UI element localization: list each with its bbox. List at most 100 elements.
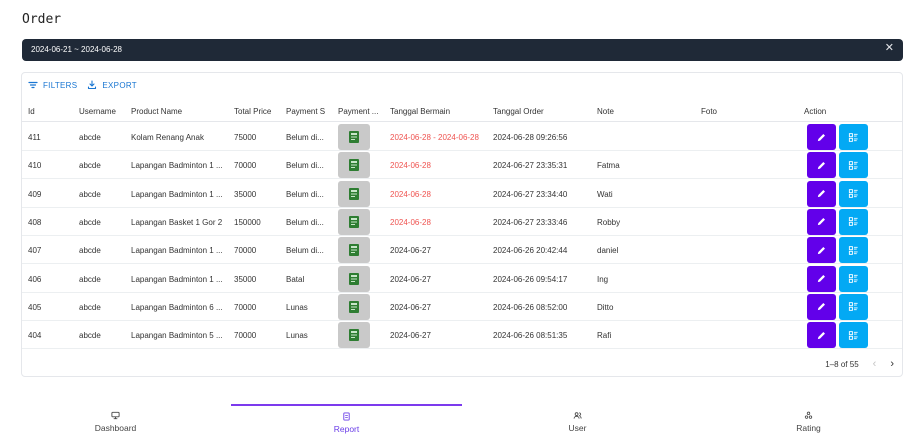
edit-order-button[interactable] (807, 265, 836, 292)
cell-product-name: Lapangan Basket 1 Gor 2 (131, 217, 223, 227)
date-range-text: 2024-06-21 ~ 2024-06-28 (31, 45, 122, 54)
edit-order-button[interactable] (807, 237, 836, 264)
payment-proof-thumbnail[interactable] (338, 208, 370, 235)
payment-proof-thumbnail[interactable] (338, 322, 370, 349)
cell-username: abcde (79, 302, 101, 312)
payment-proof-thumbnail[interactable] (338, 265, 370, 292)
payment-proof-thumbnail[interactable] (338, 152, 370, 179)
receipt-icon (349, 187, 359, 200)
edit-order-button[interactable] (807, 124, 836, 150)
grid-header-row: Id Username Product Name Total Price Pay… (22, 99, 902, 122)
payment-proof-thumbnail[interactable] (338, 237, 370, 264)
view-order-details-button[interactable] (839, 180, 868, 207)
edit-order-button[interactable] (807, 152, 836, 179)
nav-item-rating[interactable]: Rating (693, 404, 921, 440)
next-page-icon[interactable]: › (890, 358, 894, 370)
filters-label: FILTERS (43, 80, 78, 90)
edit-order-button[interactable] (807, 180, 836, 207)
cell-product-name: Kolam Renang Anak (131, 133, 204, 142)
cell-total-price: 70000 (234, 302, 257, 312)
cell-tanggal-bermain: 2024-06-27 (390, 246, 431, 256)
receipt-icon (349, 131, 359, 143)
filters-button[interactable]: FILTERS (28, 79, 77, 91)
cell-id: 411 (28, 133, 41, 142)
column-header-id[interactable]: Id (28, 107, 68, 116)
nav-item-user[interactable]: User (462, 404, 693, 440)
cell-payment-status: Belum di... (286, 189, 324, 199)
cell-note: Ditto (597, 302, 614, 312)
table-row[interactable]: 406 abcde Lapangan Badminton 1 ... 35000 Bat… (22, 265, 902, 293)
table-row[interactable]: 408 abcde Lapangan Basket 1 Gor 2 150000 Bel… (22, 208, 902, 236)
column-header-username[interactable]: Username (79, 107, 125, 116)
nav-item-report[interactable]: Report (231, 404, 462, 440)
export-button[interactable]: EXPORT (87, 79, 137, 91)
bottom-navigation: Dashboard Report User Rating (0, 404, 921, 440)
nav-label-user: User (568, 423, 587, 433)
cell-note: Wati (597, 189, 613, 199)
grid-toolbar: FILTERS EXPORT (28, 79, 137, 91)
cell-username: abcde (79, 274, 101, 284)
column-header-tanggal-bermain[interactable]: Tanggal Bermain (390, 107, 485, 116)
cell-tanggal-bermain: 2024-06-27 (390, 274, 431, 284)
cell-tanggal-order: 2024-06-26 09:54:17 (493, 274, 568, 284)
cell-total-price: 35000 (234, 274, 257, 284)
cell-tanggal-bermain: 2024-06-27 (390, 302, 431, 312)
cell-total-price: 70000 (234, 161, 257, 171)
table-row[interactable]: 409 abcde Lapangan Badminton 1 ... 35000 Bel… (22, 180, 902, 208)
column-header-payment-status[interactable]: Payment S (286, 107, 331, 116)
details-list-icon (848, 302, 858, 312)
receipt-icon (349, 272, 359, 285)
table-row[interactable]: 411 abcde Kolam Renang Anak 75000 Belum di..… (22, 123, 902, 151)
cell-tanggal-bermain: 2024-06-27 (390, 331, 431, 341)
edit-order-button[interactable] (807, 322, 836, 349)
table-row[interactable]: 404 abcde Lapangan Badminton 5 ... 70000 Lun… (22, 321, 902, 350)
cell-tanggal-bermain: 2024-06-28 (390, 189, 431, 199)
users-icon (573, 412, 582, 419)
pencil-icon (817, 246, 825, 254)
column-header-tanggal-order[interactable]: Tanggal Order (493, 107, 588, 116)
clear-date-filter-icon[interactable]: ✕ (885, 43, 894, 54)
table-row[interactable]: 407 abcde Lapangan Badminton 1 ... 70000 Bel… (22, 236, 902, 265)
nav-label-dashboard: Dashboard (94, 423, 137, 433)
cell-tanggal-bermain: 2024-06-28 (390, 161, 431, 171)
payment-proof-thumbnail[interactable] (338, 124, 370, 150)
cell-note: Fatma (597, 161, 620, 171)
orders-data-grid: FILTERS EXPORT Id Username Product Name … (21, 72, 903, 377)
edit-order-button[interactable] (807, 208, 836, 235)
date-range-filter-bar[interactable]: 2024-06-21 ~ 2024-06-28 ✕ (22, 39, 903, 61)
previous-page-icon[interactable]: ‹ (873, 358, 877, 370)
column-header-product-name[interactable]: Product Name (131, 107, 221, 116)
cell-note: Ing (597, 274, 609, 284)
nav-item-dashboard[interactable]: Dashboard (0, 404, 231, 440)
table-row[interactable]: 405 abcde Lapangan Badminton 6 ... 70000 Lun… (22, 293, 902, 321)
view-order-details-button[interactable] (839, 124, 868, 150)
payment-proof-thumbnail[interactable] (338, 180, 370, 207)
cell-username: abcde (79, 331, 101, 341)
view-order-details-button[interactable] (839, 208, 868, 235)
download-icon (88, 80, 97, 90)
cell-tanggal-order: 2024-06-27 23:33:46 (493, 217, 568, 227)
dashboard-icon (111, 411, 120, 420)
cell-total-price: 75000 (234, 133, 257, 142)
details-list-icon (848, 245, 858, 255)
page-title: Order (22, 12, 62, 27)
column-header-payment-proof[interactable]: Payment ... (338, 107, 383, 116)
view-order-details-button[interactable] (839, 237, 868, 264)
table-row[interactable]: 410 abcde Lapangan Badminton 1 ... 70000 Bel… (22, 151, 902, 180)
cell-product-name: Lapangan Badminton 6 ... (131, 302, 223, 312)
view-order-details-button[interactable] (839, 152, 868, 179)
view-order-details-button[interactable] (839, 322, 868, 349)
edit-order-button[interactable] (807, 293, 836, 320)
cell-tanggal-order: 2024-06-28 09:26:56 (493, 133, 568, 142)
column-header-foto[interactable]: Foto (701, 107, 796, 116)
cell-payment-status: Batal (286, 274, 305, 284)
payment-proof-thumbnail[interactable] (338, 293, 370, 320)
cell-total-price: 70000 (234, 331, 257, 341)
column-header-note[interactable]: Note (597, 107, 692, 116)
cell-id: 408 (28, 217, 42, 227)
details-list-icon (848, 217, 858, 227)
column-header-total-price[interactable]: Total Price (234, 107, 280, 116)
nav-label-report: Report (333, 424, 360, 434)
view-order-details-button[interactable] (839, 293, 868, 320)
view-order-details-button[interactable] (839, 265, 868, 292)
